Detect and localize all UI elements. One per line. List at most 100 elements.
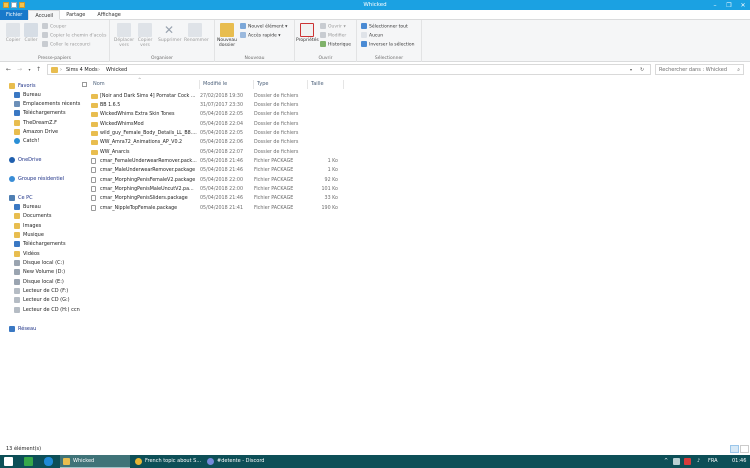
- nav-item-network[interactable]: Réseau: [9, 325, 36, 334]
- file-row[interactable]: WW_Anarcis 05/04/2018 22:07 Dossier de fic…: [86, 148, 446, 157]
- column-header-size[interactable]: Taille: [308, 80, 344, 89]
- column-header-name[interactable]: Nom: [90, 80, 200, 89]
- refresh-icon[interactable]: ↻: [640, 67, 644, 73]
- clock[interactable]: 01:46: [732, 455, 746, 468]
- edit-button[interactable]: Modifier: [320, 32, 346, 40]
- tab-view[interactable]: Affichage: [91, 10, 127, 20]
- file-row[interactable]: BB 1.6.5 31/07/2017 23:30 Dossier de fichi…: [86, 101, 446, 110]
- tab-share[interactable]: Partage: [60, 10, 91, 20]
- nav-item-pc-desktop[interactable]: Bureau: [14, 203, 41, 212]
- language-indicator[interactable]: FRA: [708, 455, 718, 468]
- invert-selection-button[interactable]: Inverser la sélection: [361, 41, 415, 49]
- file-row[interactable]: cmar_FemaleUnderwearRemover.pack... 05/04…: [86, 157, 446, 166]
- breadcrumb-sims4mods[interactable]: Sims 4 Mods: [66, 67, 98, 73]
- nav-item-homegroup[interactable]: Groupe résidentiel: [9, 175, 64, 184]
- drive-icon: [14, 259, 20, 266]
- nav-item-pc-downloads[interactable]: Téléchargements: [14, 240, 66, 249]
- tab-file[interactable]: Fichier: [0, 10, 29, 20]
- nav-item-images[interactable]: Images: [14, 222, 41, 231]
- copy-to-button[interactable]: Copier vers: [134, 23, 156, 48]
- network-tray-icon[interactable]: [673, 458, 680, 465]
- column-header-type[interactable]: Type: [254, 80, 308, 89]
- nav-item-amazon-drive[interactable]: Amazon Drive: [14, 128, 58, 137]
- nav-item-onedrive[interactable]: OneDrive: [9, 156, 42, 165]
- nav-item-documents[interactable]: Documents: [14, 212, 52, 221]
- taskbar-task-browser[interactable]: French topic about S...: [132, 455, 202, 468]
- nav-item-thedreamz[interactable]: TheDreamZ.F: [14, 119, 57, 128]
- select-all-checkbox[interactable]: [82, 82, 87, 87]
- easy-access-button[interactable]: Accès rapide ▾: [240, 32, 281, 40]
- paste-button[interactable]: Coller: [20, 23, 42, 43]
- search-icon[interactable]: ⌕: [737, 67, 740, 73]
- file-row[interactable]: wild_guy_Female_Body_Details_LL_B8.... 05…: [86, 129, 446, 138]
- file-row[interactable]: cmar_NippleTopFemale.package 05/04/2018 2…: [86, 204, 446, 213]
- open-icon: [320, 23, 326, 29]
- delete-button[interactable]: ✕ Supprimer: [158, 23, 182, 43]
- select-all-button[interactable]: Sélectionner tout: [361, 23, 408, 31]
- taskbar-task-explorer[interactable]: Whicked: [60, 455, 130, 468]
- nav-item-videos[interactable]: Vidéos: [14, 250, 40, 259]
- nav-item-desktop[interactable]: Bureau: [14, 91, 41, 100]
- history-button[interactable]: Historique: [320, 41, 351, 49]
- details-view-button[interactable]: [730, 445, 739, 453]
- file-row[interactable]: WickedWhims Extra Skin Tones 05/04/2018 2…: [86, 110, 446, 119]
- delete-x-icon: ✕: [163, 23, 175, 37]
- nav-item-recent[interactable]: Emplacements récents: [14, 100, 80, 109]
- search-box[interactable]: Rechercher dans : Whicked ⌕: [655, 64, 744, 75]
- nav-item-catch[interactable]: Catch!: [14, 137, 39, 146]
- taskbar-task-discord[interactable]: #detente - Discord: [204, 455, 274, 468]
- nav-item-drive-d[interactable]: New Volume (D:): [14, 268, 65, 277]
- file-icon: [91, 177, 96, 183]
- nav-item-drive-e[interactable]: Disque local (E:): [14, 278, 64, 287]
- paste-shortcut-button[interactable]: Coller le raccourci: [42, 41, 91, 49]
- select-none-button[interactable]: Aucun: [361, 32, 383, 40]
- tab-home[interactable]: Accueil: [28, 10, 61, 20]
- browser-icon[interactable]: [44, 457, 53, 466]
- nav-item-cd-h[interactable]: Lecteur de CD (H:) ccn: [14, 306, 80, 315]
- up-button[interactable]: ↑: [34, 65, 43, 74]
- close-button[interactable]: ✕: [736, 0, 750, 10]
- download-icon: [14, 109, 20, 116]
- file-row[interactable]: WW_Amra72_Animations_AP_V0.2 05/04/2018 2…: [86, 138, 446, 147]
- cut-button[interactable]: Couper: [42, 23, 66, 31]
- tray-overflow-icon[interactable]: ^: [664, 455, 668, 468]
- security-tray-icon[interactable]: [684, 458, 691, 465]
- app-icon[interactable]: [24, 457, 33, 466]
- new-folder-button[interactable]: Nouveau dossier: [216, 23, 238, 48]
- nav-item-this-pc[interactable]: Ce PC: [9, 194, 33, 203]
- open-button[interactable]: Ouvrir ▾: [320, 23, 346, 31]
- column-header-modified[interactable]: Modifié le: [200, 80, 254, 89]
- move-to-button[interactable]: Déplacer vers: [113, 23, 135, 48]
- nav-item-cd-g[interactable]: Lecteur de CD (G:): [14, 296, 70, 305]
- folder-icon: [91, 150, 98, 155]
- file-row[interactable]: [Noir and Dark Sims 4] Pornstar Cock ...…: [86, 92, 446, 101]
- file-row[interactable]: cmar_MorphingPenisSliders.package 05/04/2…: [86, 194, 446, 203]
- folder-icon: [51, 67, 58, 73]
- breadcrumb-whicked[interactable]: Whicked: [106, 67, 127, 73]
- nav-item-downloads[interactable]: Téléchargements: [14, 109, 66, 118]
- large-icons-view-button[interactable]: [740, 445, 749, 453]
- minimize-button[interactable]: –: [708, 0, 722, 10]
- volume-icon[interactable]: ♪: [697, 455, 700, 468]
- address-bar[interactable]: › Sims 4 Mods › Whicked ▾ ↻: [47, 64, 651, 75]
- maximize-button[interactable]: ❐: [722, 0, 736, 10]
- file-row[interactable]: WickedWhimsMod 05/04/2018 22:04 Dossier de…: [86, 120, 446, 129]
- address-row: ← → ▾ ↑ › Sims 4 Mods › Whicked ▾ ↻ Rech…: [0, 63, 750, 76]
- start-windows-icon[interactable]: [4, 457, 13, 466]
- rename-button[interactable]: Renommer: [184, 23, 209, 43]
- nav-item-drive-c[interactable]: Disque local (C:): [14, 259, 64, 268]
- copy-path-button[interactable]: Copier le chemin d'accès: [42, 32, 106, 40]
- search-input[interactable]: Rechercher dans : Whicked: [659, 67, 727, 73]
- file-row[interactable]: cmar_MorphingPenisFemaleV2.package 05/04/…: [86, 176, 446, 185]
- file-row[interactable]: cmar_MorphingPenisMaleUncutV2.pa... 05/04…: [86, 185, 446, 194]
- recent-dropdown-button[interactable]: ▾: [25, 65, 34, 74]
- new-item-button[interactable]: Nouvel élément ▾: [240, 23, 287, 31]
- nav-item-cd-f[interactable]: Lecteur de CD (F:): [14, 287, 68, 296]
- file-row[interactable]: cmar_MaleUnderwearRemover.package 05/04/2…: [86, 166, 446, 175]
- properties-button[interactable]: Propriétés: [296, 23, 319, 43]
- back-button[interactable]: ←: [4, 65, 13, 74]
- address-dropdown-icon[interactable]: ▾: [630, 67, 632, 72]
- nav-item-favorites[interactable]: Favoris: [9, 82, 36, 91]
- forward-button[interactable]: →: [15, 65, 24, 74]
- nav-item-music[interactable]: Musique: [14, 231, 44, 240]
